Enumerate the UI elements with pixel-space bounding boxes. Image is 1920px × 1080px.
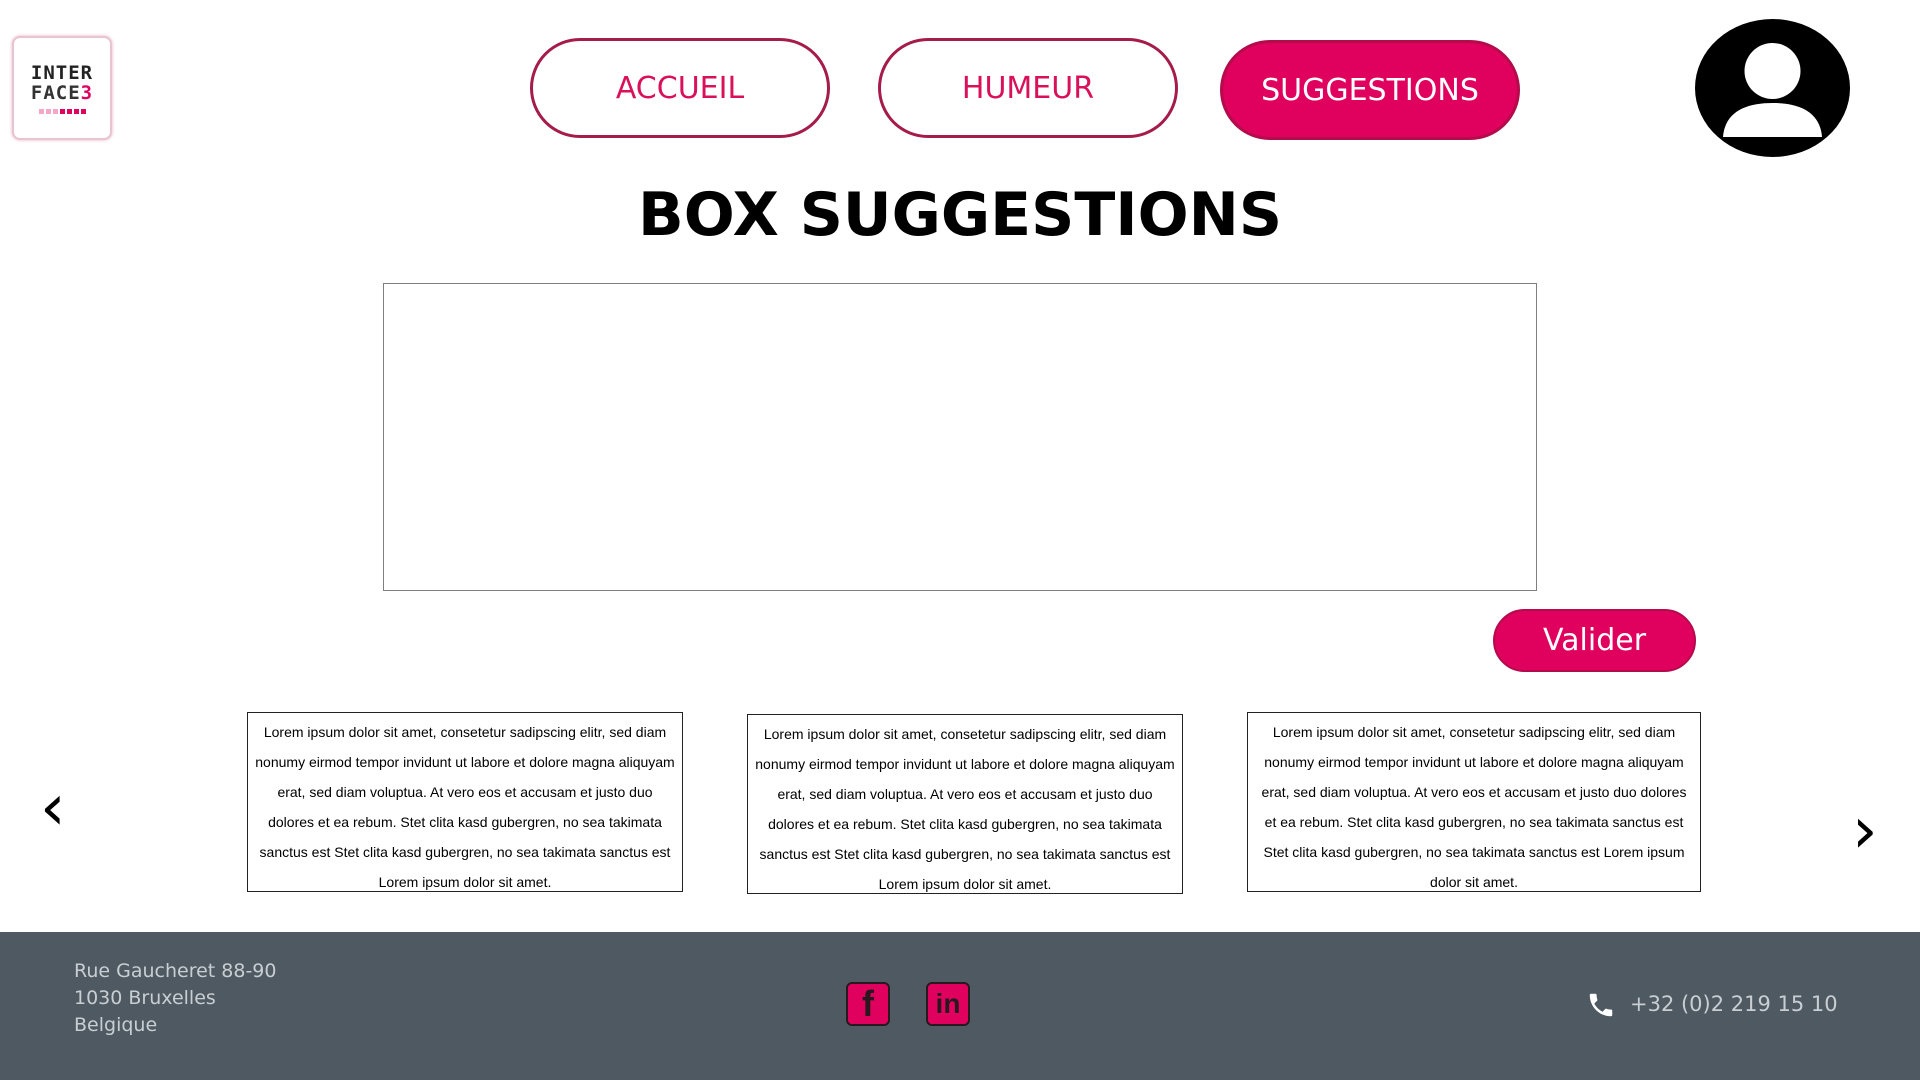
address-street: Rue Gaucheret 88-90 xyxy=(74,960,277,982)
interface3-logo[interactable]: INTER FACE3 xyxy=(12,36,112,140)
nav-suggestions-button[interactable]: SUGGESTIONS xyxy=(1220,40,1520,140)
logo-line1: INTER xyxy=(30,61,94,84)
suggestion-card: Lorem ipsum dolor sit amet, consetetur s… xyxy=(747,714,1183,894)
phone-icon xyxy=(1589,993,1613,1017)
user-avatar-icon[interactable] xyxy=(1695,19,1850,157)
carousel-prev-arrow-icon[interactable]: ‹ xyxy=(40,776,66,840)
facebook-icon[interactable]: f xyxy=(846,982,890,1026)
footer: Rue Gaucheret 88-90 1030 Bruxelles Belgi… xyxy=(0,932,1920,1080)
footer-phone-number: +32 (0)2 219 15 10 xyxy=(1630,992,1838,1016)
page-title: BOX SUGGESTIONS xyxy=(637,180,1283,250)
address-country: Belgique xyxy=(74,1014,158,1036)
suggestion-card: Lorem ipsum dolor sit amet, consetetur s… xyxy=(247,712,683,892)
logo-dots xyxy=(38,108,86,114)
user-silhouette-icon xyxy=(1723,43,1822,137)
valider-button[interactable]: Valider xyxy=(1493,609,1696,672)
linkedin-icon[interactable]: in xyxy=(926,982,970,1026)
suggestion-textarea[interactable] xyxy=(383,283,1537,591)
suggestion-card: Lorem ipsum dolor sit amet, consetetur s… xyxy=(1247,712,1701,892)
address-city: 1030 Bruxelles xyxy=(74,987,216,1009)
logo-line2: FACE3 xyxy=(30,81,94,104)
carousel-next-arrow-icon[interactable]: › xyxy=(1852,799,1878,863)
nav-humeur-button[interactable]: HUMEUR xyxy=(878,38,1178,138)
footer-address: Rue Gaucheret 88-90 1030 Bruxelles Belgi… xyxy=(74,958,277,1039)
nav-accueil-button[interactable]: ACCUEIL xyxy=(530,38,830,138)
page: INTER FACE3 ACCUEIL HUMEUR SUGGESTIONS B… xyxy=(0,0,1920,1080)
